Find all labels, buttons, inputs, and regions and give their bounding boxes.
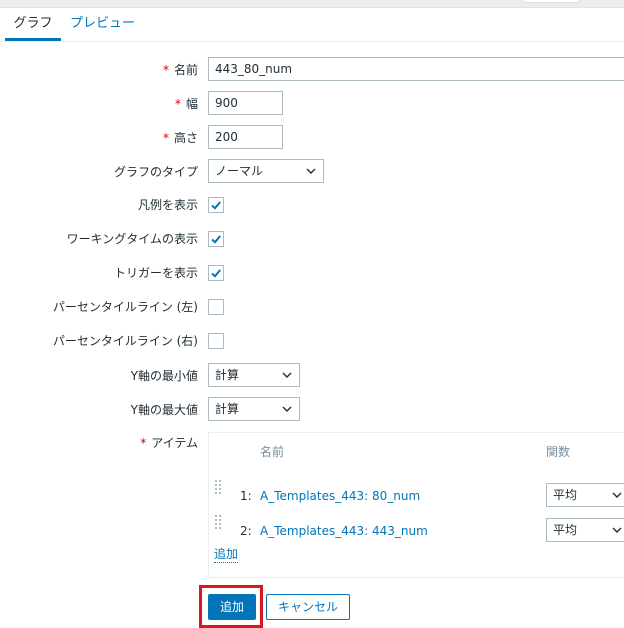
item-function-select[interactable]: 平均	[546, 518, 624, 542]
name-label: * 名前	[162, 63, 198, 77]
width-label: * 幅	[174, 97, 198, 111]
chevron-down-icon	[612, 527, 622, 533]
row-show-triggers: トリガーを表示	[0, 260, 624, 286]
percentile-left-checkbox[interactable]	[208, 299, 224, 315]
row-y-min: Y軸の最小値 計算	[0, 363, 624, 389]
graph-type-label: グラフのタイプ	[113, 165, 198, 179]
item-index: 1:	[240, 489, 252, 503]
chevron-down-icon	[612, 492, 622, 498]
required-mark: *	[162, 131, 169, 145]
percentile-right-label: パーセンタイルライン (右)	[52, 334, 198, 348]
chevron-down-icon	[282, 406, 292, 412]
row-height: * 高さ 200	[0, 125, 624, 151]
y-max-label: Y軸の最大値	[130, 403, 198, 417]
item-function-select[interactable]: 平均	[546, 483, 624, 507]
show-legend-checkbox[interactable]	[208, 197, 224, 213]
show-working-time-checkbox[interactable]	[208, 231, 224, 247]
y-max-select[interactable]: 計算	[208, 397, 300, 421]
y-min-label: Y軸の最小値	[130, 369, 198, 383]
row-show-legend: 凡例を表示	[0, 192, 624, 218]
drag-handle-icon[interactable]	[214, 479, 222, 497]
items-table: 名前 関数 1: A_Templates_443: 80_num 平均 2: A…	[208, 432, 624, 578]
row-width: * 幅 900	[0, 91, 624, 117]
required-mark: *	[174, 97, 181, 111]
top-bar-edge	[523, 0, 579, 3]
name-input[interactable]: 443_80_num	[208, 57, 624, 81]
chevron-down-icon	[282, 372, 292, 378]
item-link[interactable]: A_Templates_443: 443_num	[260, 524, 428, 538]
cancel-button[interactable]: キャンセル	[266, 594, 350, 620]
row-show-working-time: ワーキングタイムの表示	[0, 226, 624, 252]
row-y-max: Y軸の最大値 計算	[0, 397, 624, 423]
height-label: * 高さ	[162, 131, 198, 145]
items-label: * アイテム	[140, 436, 198, 450]
show-working-time-label: ワーキングタイムの表示	[66, 232, 198, 246]
row-percentile-right: パーセンタイルライン (右)	[0, 328, 624, 354]
percentile-right-checkbox[interactable]	[208, 333, 224, 349]
tab-graph[interactable]: グラフ	[5, 8, 61, 41]
graph-form-panel: グラフ プレビュー * 名前 443_80_num * 幅 900 * 高さ 200 …	[0, 7, 624, 628]
row-percentile-left: パーセンタイルライン (左)	[0, 294, 624, 320]
checkmark-icon	[211, 235, 221, 244]
item-link[interactable]: A_Templates_443: 80_num	[260, 489, 420, 503]
drag-handle-icon[interactable]	[214, 514, 222, 532]
checkmark-icon	[211, 269, 221, 278]
required-mark: *	[162, 63, 169, 77]
height-input[interactable]: 200	[208, 125, 283, 149]
graph-type-select[interactable]: ノーマル	[208, 159, 324, 183]
item-index: 2:	[240, 524, 252, 538]
percentile-left-label: パーセンタイルライン (左)	[52, 300, 198, 314]
show-triggers-checkbox[interactable]	[208, 265, 224, 281]
show-legend-label: 凡例を表示	[137, 198, 198, 212]
tab-preview[interactable]: プレビュー	[70, 8, 135, 41]
row-name: * 名前 443_80_num	[0, 57, 624, 83]
width-input[interactable]: 900	[208, 91, 283, 115]
tab-bar: グラフ プレビュー	[0, 8, 624, 42]
add-item-link[interactable]: 追加	[214, 547, 239, 563]
items-header-name: 名前	[260, 445, 285, 459]
chevron-down-icon	[306, 168, 316, 174]
y-min-select[interactable]: 計算	[208, 363, 300, 387]
add-button[interactable]: 追加	[208, 594, 256, 620]
checkmark-icon	[211, 201, 221, 210]
row-graph-type: グラフのタイプ ノーマル	[0, 159, 624, 185]
required-mark: *	[140, 436, 147, 450]
items-header-function: 関数	[546, 445, 571, 459]
show-triggers-label: トリガーを表示	[113, 266, 198, 280]
